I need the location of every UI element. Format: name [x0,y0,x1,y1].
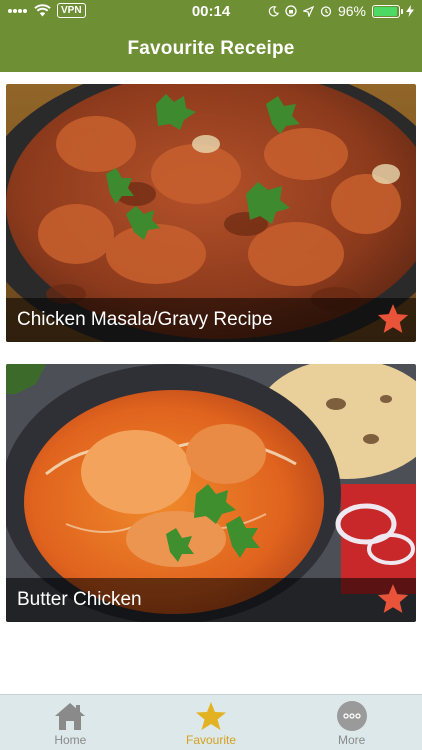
moon-icon [268,5,279,16]
app-screen: VPN 00:14 96% Favourite Receipe Chicken … [0,0,422,750]
favourite-star-icon[interactable] [376,582,410,616]
status-bar: VPN 00:14 96% [0,0,422,24]
home-icon [55,703,86,730]
more-icon [336,701,367,731]
recipe-card-butter-chicken[interactable]: Butter Chicken [6,364,416,622]
star-icon [196,702,226,730]
orientation-lock-icon [285,5,297,17]
tab-home[interactable]: Home [0,695,141,750]
charging-bolt-icon [406,5,414,17]
alarm-icon [320,6,332,17]
recipe-title: Chicken Masala/Gravy Recipe [17,309,273,330]
favourite-star-icon[interactable] [376,302,410,336]
card-caption: Chicken Masala/Gravy Recipe [6,298,416,342]
tab-label: Home [54,733,87,747]
battery-icon [372,4,403,18]
tab-label: Favourite [185,733,237,747]
tab-favourite[interactable]: Favourite [141,695,282,750]
tab-more[interactable]: More [281,695,422,750]
recipe-title: Butter Chicken [17,589,142,610]
card-caption: Butter Chicken [6,578,416,622]
recipe-card-chicken-masala[interactable]: Chicken Masala/Gravy Recipe [6,84,416,342]
tab-label: More [338,733,366,747]
header: VPN 00:14 96% Favourite Receipe [0,0,422,72]
tab-bar: Home Favourite More [0,694,422,750]
page-title: Favourite Receipe [127,38,295,59]
location-icon [302,5,314,17]
battery-percent: 96% [337,3,366,19]
